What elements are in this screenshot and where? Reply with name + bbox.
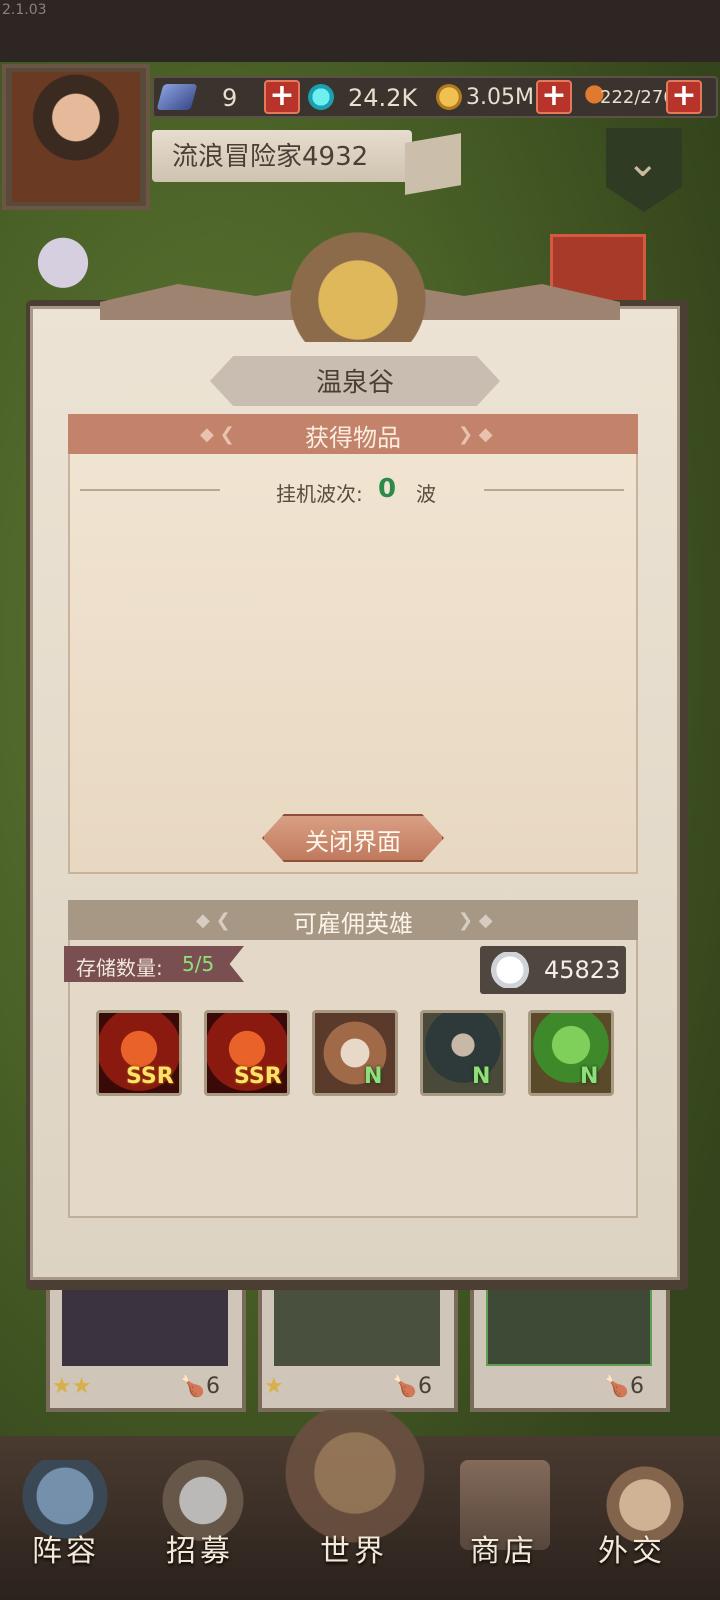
- divider: [484, 489, 624, 491]
- close-button[interactable]: [262, 814, 444, 862]
- chevron-down-icon: ⌄: [626, 140, 660, 186]
- stage-card-cost: 6: [206, 1374, 220, 1399]
- add-stamina-button[interactable]: +: [666, 80, 702, 114]
- heroes-header: 可雇佣英雄: [293, 910, 413, 938]
- add-ticket-button[interactable]: +: [264, 80, 300, 114]
- rarity-badge: SSR: [126, 1064, 174, 1089]
- storage-value: 5/5: [182, 952, 215, 976]
- drumstick-icon: 🍗: [392, 1374, 417, 1398]
- player-name: 流浪冒险家4932: [172, 142, 369, 172]
- popup-title: 温泉谷: [315, 368, 394, 398]
- wave-unit: 波: [416, 482, 436, 506]
- cotton-icon: [490, 952, 530, 988]
- storage-label: 存储数量:: [76, 956, 163, 980]
- add-gold-button[interactable]: +: [536, 80, 572, 114]
- nav-lineup[interactable]: 阵容: [32, 1526, 100, 1570]
- stage-card-cost: 6: [630, 1374, 644, 1399]
- gem-count: 24.2K: [348, 84, 418, 112]
- avatar[interactable]: [12, 72, 140, 202]
- wave-count: 0: [378, 474, 397, 504]
- ticket-icon: [156, 84, 198, 110]
- nav-recruit[interactable]: 招募: [166, 1526, 234, 1570]
- hero-card-dwarf[interactable]: [312, 1010, 398, 1096]
- stamina-count: 222/270: [600, 87, 675, 108]
- divider: [80, 489, 220, 491]
- currency-value: 45823: [544, 956, 621, 984]
- nav-shop[interactable]: 商店: [470, 1526, 538, 1570]
- ticket-count: 9: [222, 84, 238, 112]
- items-header: 获得物品: [305, 424, 401, 452]
- loot-bag-icon[interactable]: [26, 222, 100, 290]
- drumstick-icon: 🍗: [180, 1374, 205, 1398]
- rarity-badge: N: [580, 1064, 599, 1089]
- gold-coin-icon: [432, 84, 466, 110]
- treasure-chest-icon: [278, 222, 438, 342]
- gold-count: 3.05M: [466, 85, 534, 110]
- version-label: 2.1.03: [2, 2, 47, 18]
- name-scroll-tail: [405, 133, 461, 195]
- hero-card-orc[interactable]: [528, 1010, 614, 1096]
- rarity-badge: N: [472, 1064, 491, 1089]
- rarity-badge: N: [364, 1064, 383, 1089]
- status-bar: [0, 0, 720, 62]
- wave-label: 挂机波次:: [276, 482, 363, 506]
- rarity-badge: SSR: [234, 1064, 282, 1089]
- gem-icon: [304, 84, 338, 110]
- stage-card-cost: 6: [418, 1374, 432, 1399]
- nav-world[interactable]: 世界: [320, 1526, 388, 1570]
- stage-card-stars: ★★: [52, 1374, 92, 1399]
- nav-diplomacy[interactable]: 外交: [598, 1526, 666, 1570]
- stage-card-stars: ★: [264, 1374, 284, 1399]
- hero-card-archer[interactable]: [420, 1010, 506, 1096]
- drumstick-icon: 🍗: [604, 1374, 629, 1398]
